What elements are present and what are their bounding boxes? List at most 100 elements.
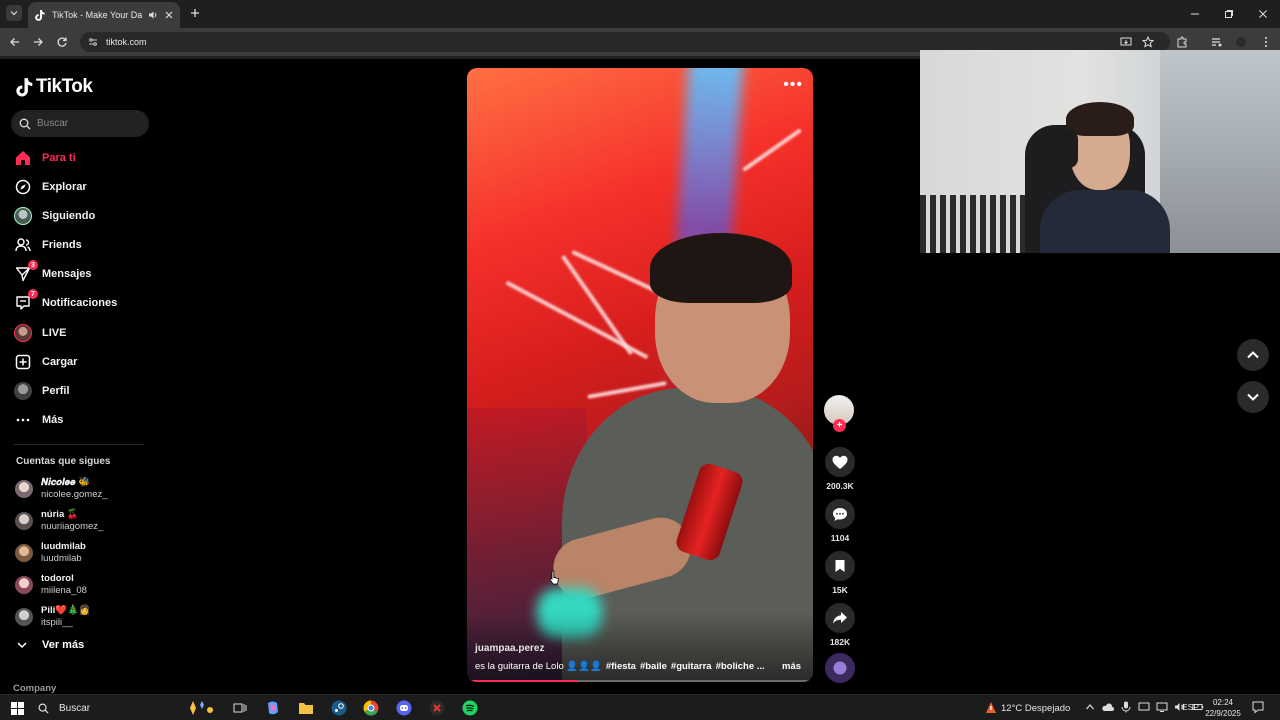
video-author[interactable]: juampaa.perez [475, 643, 544, 654]
app-icon [429, 700, 445, 716]
laser-beam [742, 128, 802, 172]
followed-account[interactable]: 𝑵𝒊𝒄𝒐𝒍𝒆𝒆 🐝 nicolee.gomez_ [15, 476, 108, 502]
menu-item-cargar[interactable]: Cargar [14, 351, 77, 373]
followed-account[interactable]: Pili❤️🎄👩 itspili__ [15, 604, 91, 630]
forward-button[interactable] [31, 35, 45, 49]
hashtag-link[interactable]: #baile [640, 661, 667, 672]
video-player[interactable]: ••• juampaa.perez es la guitarra de Lolo… [467, 68, 813, 682]
media-controls-button[interactable] [1210, 35, 1224, 49]
extensions-button[interactable] [1175, 35, 1189, 49]
like-action[interactable]: 200.3K [824, 447, 856, 491]
mouse-cursor [549, 570, 559, 591]
hashtag-link[interactable]: #guitarra [671, 661, 712, 672]
reload-button[interactable] [55, 35, 69, 49]
keyboard-language[interactable]: ESP [1182, 702, 1199, 712]
menu-item-notificaciones[interactable]: 7 Notificaciones [14, 289, 118, 314]
messages-badge: 3 [28, 260, 38, 270]
tiktok-logo[interactable]: TikTok [16, 76, 93, 98]
menu-item-label: Explorar [42, 181, 87, 193]
menu-item-friends[interactable]: Friends [14, 234, 82, 256]
weather-widget[interactable]: 12°C Despejado [985, 698, 1070, 718]
taskbar-search[interactable]: Buscar [32, 698, 220, 718]
restore-icon [1225, 10, 1233, 18]
file-explorer-button[interactable] [297, 699, 315, 717]
music-disc-icon[interactable] [825, 653, 855, 683]
follow-plus-button[interactable]: + [833, 419, 846, 432]
account-name: 𝑵𝒊𝒄𝒐𝒍𝒆𝒆 🐝 [41, 477, 91, 488]
display-tray-icon[interactable] [1137, 700, 1151, 714]
install-icon [1120, 37, 1132, 46]
start-button[interactable] [8, 699, 26, 717]
company-link[interactable]: Company [13, 683, 56, 694]
save-action[interactable]: 15K [824, 551, 856, 595]
menu-item-mensajes[interactable]: 3 Mensajes [14, 260, 92, 285]
app-button[interactable] [428, 699, 446, 717]
address-bar[interactable]: tiktok.com [80, 32, 1170, 52]
discord-button[interactable] [395, 699, 413, 717]
hashtag-link[interactable]: #boliche ... [716, 661, 765, 672]
next-video-button[interactable] [1237, 381, 1269, 413]
clock-time: 02:24 [1212, 698, 1234, 707]
window-close-button[interactable] [1246, 0, 1280, 28]
menu-item-perfil[interactable]: Perfil [14, 380, 70, 402]
see-more-button[interactable]: Ver más [16, 639, 84, 651]
search-input[interactable] [37, 118, 137, 129]
caption-more-button[interactable]: más [782, 661, 801, 672]
kebab-menu-icon [1265, 37, 1267, 47]
followed-account[interactable]: núria 🍒 nuuriiagomez_ [15, 508, 103, 534]
search-icon [19, 118, 31, 129]
site-info-icon[interactable] [88, 37, 98, 47]
tab-close-icon[interactable] [164, 10, 174, 20]
window-restore-button[interactable] [1212, 0, 1246, 28]
profile-button[interactable] [1234, 35, 1248, 49]
tab-search-menu-button[interactable] [6, 5, 22, 21]
microphone-tray-icon[interactable] [1119, 700, 1133, 714]
laser-beam [560, 254, 634, 356]
menu-item-siguiendo[interactable]: Siguiendo [14, 205, 95, 227]
plus-icon [191, 9, 199, 17]
chrome-button[interactable] [362, 699, 380, 717]
tray-expand-button[interactable] [1083, 700, 1097, 714]
taskbar-search-label: Buscar [59, 702, 91, 714]
bookmark-star-button[interactable] [1141, 35, 1155, 49]
copilot-button[interactable] [264, 699, 282, 717]
task-view-button[interactable] [231, 699, 249, 717]
window-minimize-button[interactable] [1178, 0, 1212, 28]
account-handle: itspili__ [41, 617, 73, 628]
menu-item-label: Mensajes [42, 268, 92, 280]
steam-button[interactable] [330, 699, 348, 717]
caption-text: es la guitarra de Lolo 👤👤👤 [475, 661, 602, 672]
menu-item-live[interactable]: LIVE [14, 322, 66, 344]
back-button[interactable] [8, 35, 22, 49]
home-icon [14, 149, 32, 167]
menu-item-para-ti[interactable]: Para ti [14, 147, 76, 169]
notification-icon: 7 [14, 289, 38, 312]
hashtag-link[interactable]: #fiesta [606, 661, 636, 672]
taskbar-clock[interactable]: 02:24 22/9/2025 [1202, 697, 1244, 719]
search-box[interactable] [11, 110, 149, 137]
new-tab-button[interactable] [188, 6, 202, 20]
menu-item-explorar[interactable]: Explorar [14, 176, 87, 198]
onedrive-tray-icon[interactable] [1101, 700, 1115, 714]
video-options-button[interactable]: ••• [783, 76, 803, 94]
compass-icon [14, 178, 32, 196]
menu-item-mas[interactable]: Más [14, 409, 63, 431]
profile-avatar-icon [14, 382, 32, 400]
previous-video-button[interactable] [1237, 339, 1269, 371]
followed-account[interactable]: luudmilab luudmilab [15, 540, 86, 566]
followed-account[interactable]: todorol miilena_08 [15, 572, 87, 598]
tab-audio-icon[interactable] [148, 10, 158, 20]
notification-center-button[interactable] [1251, 700, 1265, 714]
browser-tab-tiktok[interactable]: TikTok - Make Your Day [28, 2, 180, 28]
browser-menu-button[interactable] [1259, 35, 1273, 49]
comment-action[interactable]: 1104 [824, 499, 856, 543]
account-handle: luudmilab [41, 553, 82, 564]
video-progress-bar[interactable] [467, 680, 813, 682]
install-app-button[interactable] [1119, 35, 1133, 49]
webcam-person-hair [1066, 102, 1134, 136]
menu-item-label: Notificaciones [42, 297, 118, 309]
spotify-button[interactable] [461, 699, 479, 717]
weather-text: 12°C Despejado [1001, 702, 1071, 714]
network-tray-icon[interactable] [1155, 700, 1169, 714]
share-action[interactable]: 182K [824, 603, 856, 647]
